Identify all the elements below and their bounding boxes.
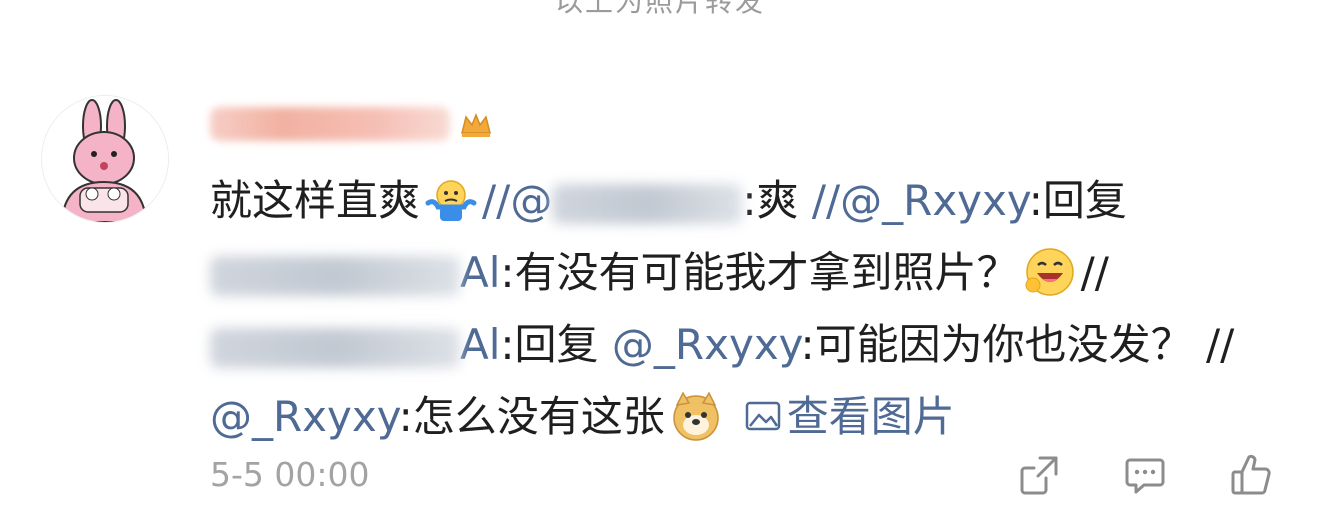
- avatar[interactable]: [42, 96, 168, 222]
- doge-emoji-icon: [672, 390, 719, 441]
- comment-text-1: 就这样直爽: [210, 176, 421, 225]
- blurred-username-4: [210, 327, 460, 368]
- crown-badge-icon: [461, 112, 491, 137]
- view-image-link[interactable]: 查看图片: [787, 392, 955, 441]
- like-icon[interactable]: [1228, 452, 1274, 498]
- top-note: 以上为照片转发: [554, 0, 765, 18]
- repost-icon[interactable]: [1016, 452, 1062, 498]
- username-3-suffix[interactable]: Al: [460, 248, 500, 297]
- separator-1: //: [1080, 248, 1109, 297]
- comment-icon[interactable]: [1122, 452, 1168, 498]
- comment-body: 就这样直爽 //@:爽 //@_Rxyxy:回复 Al:有没有可能我才拿到照片？…: [210, 165, 1270, 453]
- reply-label-1: :回复: [1028, 176, 1127, 225]
- comment-text-2: :爽: [742, 176, 799, 225]
- haha-emoji-icon: [1025, 247, 1074, 296]
- comment-text-4: :可能因为你也没发？: [800, 320, 1193, 369]
- bunny-avatar-icon: [42, 96, 168, 222]
- blurred-username-2: [552, 183, 743, 224]
- mention-rxyxy-3[interactable]: @_Rxyxy: [210, 392, 399, 441]
- username-4-suffix[interactable]: Al: [460, 320, 500, 369]
- username-row[interactable]: [210, 100, 494, 148]
- shrug-emoji-icon: [425, 179, 477, 221]
- image-icon[interactable]: [743, 396, 783, 436]
- action-bar: [1016, 452, 1274, 498]
- mention-user2[interactable]: //@: [482, 176, 552, 225]
- reply-label-2: :回复: [500, 320, 599, 369]
- comment-text-3: :有没有可能我才拿到照片？: [500, 248, 1019, 297]
- mention-rxyxy-2[interactable]: @_Rxyxy: [612, 320, 801, 369]
- timestamp: 5-5 00:00: [210, 455, 370, 494]
- mention-rxyxy-1[interactable]: //@_Rxyxy: [812, 176, 1029, 225]
- username-blurred[interactable]: [210, 107, 450, 141]
- separator-2: //: [1206, 320, 1235, 369]
- comment-text-5: :怎么没有这张: [398, 392, 665, 441]
- blurred-username-3: [210, 255, 460, 296]
